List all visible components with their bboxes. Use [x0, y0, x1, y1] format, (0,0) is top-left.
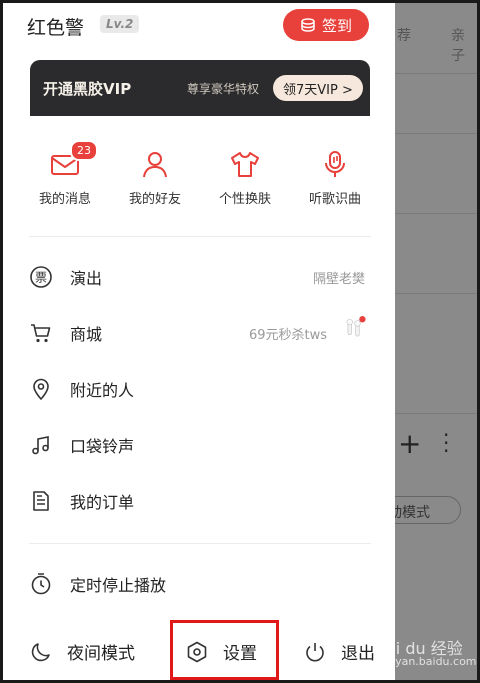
menu-label: 附近的人	[70, 381, 135, 400]
quick-action-song-recognition[interactable]: 听歌识曲	[295, 148, 375, 207]
coin-icon	[301, 18, 315, 32]
message-count-badge: 23	[70, 140, 98, 161]
person-icon	[143, 152, 167, 178]
section-divider	[29, 543, 371, 544]
vip-trial-button[interactable]: 领7天VIP >	[273, 75, 363, 101]
menu-label: 口袋铃声	[70, 437, 135, 456]
bg-divider	[395, 293, 477, 294]
menu-extra-text: 69元秒杀tws	[248, 327, 327, 343]
watermark-url: jingyan.baidu.com	[375, 655, 477, 668]
signin-label: 签到	[321, 16, 352, 35]
bg-divider	[395, 213, 477, 214]
menu-item-store[interactable]: 商城 69元秒杀tws	[29, 313, 371, 353]
moon-icon	[31, 642, 50, 661]
bg-add-icon[interactable]: +	[398, 427, 421, 460]
signin-button[interactable]: 签到	[283, 9, 369, 41]
quick-action-label: 我的好友	[128, 192, 181, 207]
ringtone-icon	[32, 436, 49, 455]
cart-icon	[31, 324, 51, 343]
screen-frame: 荐 亲子 + · · · 动模式 红色警 Lv.2 签到 开通黑胶VIP 尊享豪华特…	[3, 3, 477, 680]
bg-divider	[395, 73, 477, 74]
level-badge: Lv.2	[100, 15, 140, 33]
order-icon	[33, 491, 49, 511]
quick-action-label: 我的消息	[38, 192, 91, 207]
quick-action-skin[interactable]: 个性换肤	[205, 148, 285, 207]
menu-label: 我的订单	[70, 493, 135, 512]
bg-tab-kids[interactable]: 亲子	[451, 25, 477, 65]
quick-action-label: 听歌识曲	[308, 192, 361, 207]
quick-action-label: 个性换肤	[218, 192, 271, 207]
bg-divider	[395, 413, 477, 414]
earbuds-icon	[346, 316, 366, 337]
night-mode-label: 夜间模式	[67, 644, 135, 664]
logout-button[interactable]: 退出	[303, 639, 375, 664]
bg-more-icon[interactable]: · · ·	[443, 425, 449, 461]
side-drawer: 红色警 Lv.2 签到 开通黑胶VIP 尊享豪华特权 领7天VIP > 23 我…	[3, 3, 395, 680]
vip-subtitle: 尊享豪华特权	[187, 82, 260, 96]
menu-label: 演出	[70, 269, 103, 288]
ticket-icon: 票	[30, 266, 52, 288]
vip-banner[interactable]: 开通黑胶VIP 尊享豪华特权 领7天VIP >	[30, 60, 370, 116]
svg-text:票: 票	[35, 271, 47, 285]
night-mode-button[interactable]: 夜间模式	[29, 639, 135, 664]
menu-item-orders[interactable]: 我的订单	[29, 481, 371, 521]
location-icon	[33, 378, 49, 401]
menu-item-sleep-timer[interactable]: 定时停止播放	[29, 564, 371, 604]
logout-label: 退出	[341, 644, 375, 664]
username[interactable]: 红色警	[27, 13, 84, 40]
menu-extra-text: 隔壁老樊	[312, 271, 365, 287]
background-app[interactable]: 荐 亲子	[395, 3, 477, 680]
menu-item-shows[interactable]: 票 演出 隔壁老樊	[29, 257, 371, 297]
section-divider	[29, 236, 371, 237]
timer-icon	[31, 573, 51, 595]
quick-action-messages[interactable]: 23 我的消息	[25, 140, 105, 207]
bg-divider	[395, 133, 477, 134]
tutorial-highlight-box	[170, 620, 279, 680]
menu-label: 商城	[70, 325, 103, 344]
quick-action-friends[interactable]: 我的好友	[115, 148, 195, 207]
menu-item-ringtones[interactable]: 口袋铃声	[29, 425, 371, 465]
mic-icon	[325, 151, 345, 177]
bg-tab-recommend[interactable]: 荐	[397, 25, 411, 45]
menu-label: 定时停止播放	[70, 576, 167, 595]
tshirt-icon	[231, 152, 259, 177]
vip-title: 开通黑胶VIP	[43, 80, 132, 98]
power-icon	[306, 642, 324, 661]
menu-item-nearby[interactable]: 附近的人	[29, 369, 371, 409]
